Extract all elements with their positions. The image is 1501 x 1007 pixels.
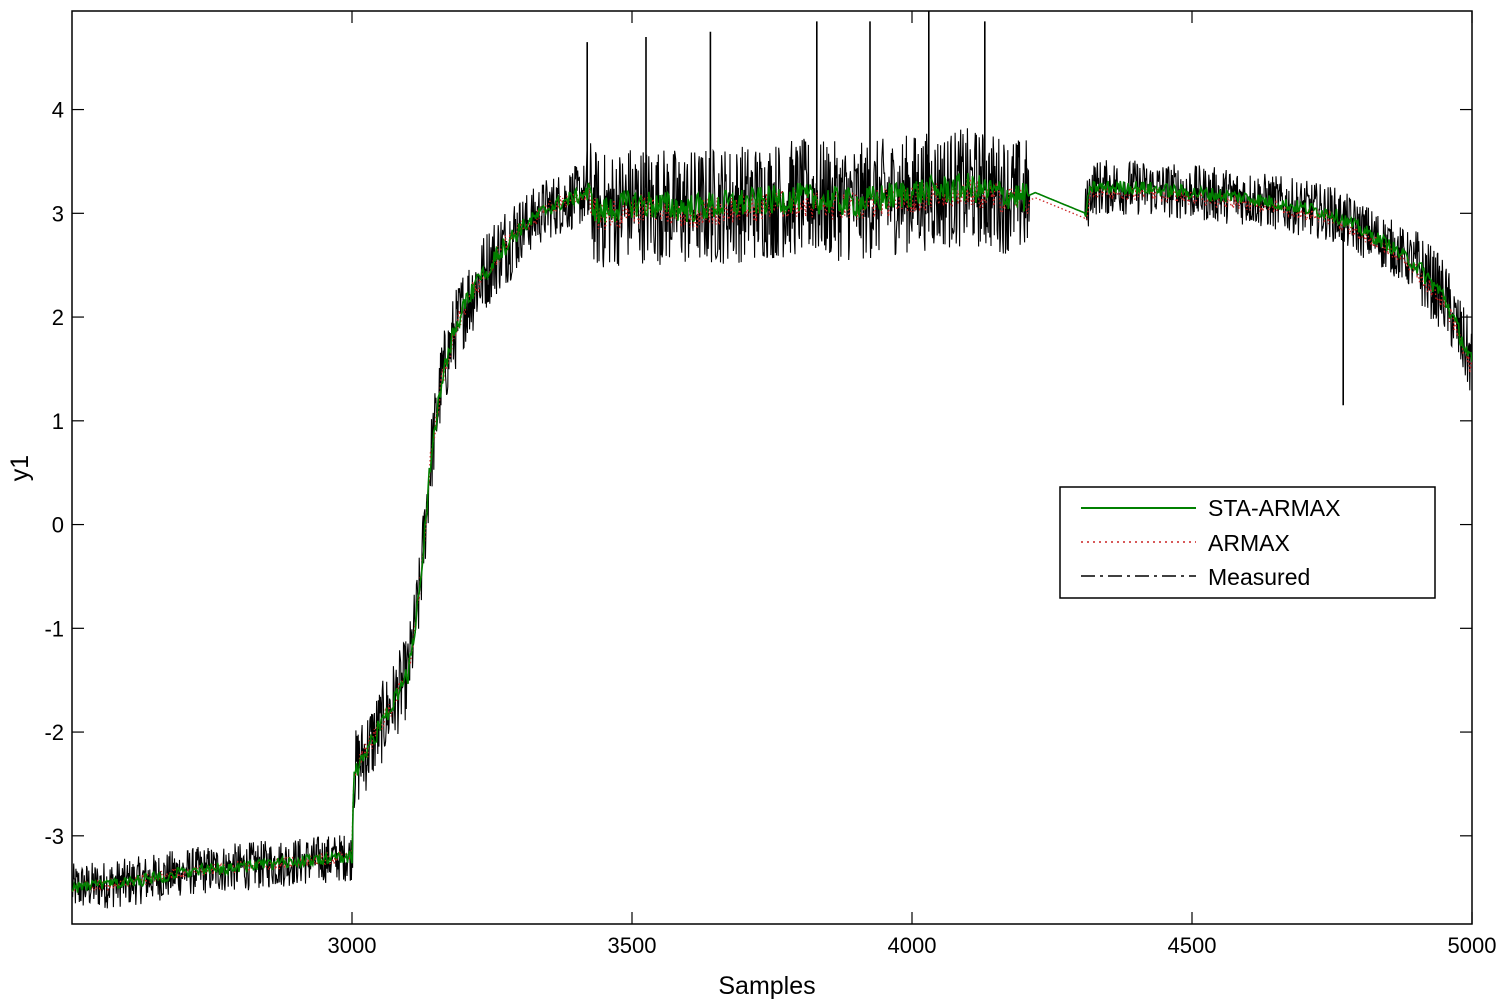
x-tick-label: 4500 (1168, 933, 1217, 958)
y-tick-label: -1 (44, 616, 64, 641)
x-tick-label: 5000 (1448, 933, 1497, 958)
plot-area (71, 10, 1473, 925)
x-axis-label: Samples (718, 972, 815, 1000)
y-tick-label: 2 (52, 305, 64, 330)
y-tick-label: 1 (52, 409, 64, 434)
y-tick-label: -2 (44, 720, 64, 745)
legend-label-measured: Measured (1208, 564, 1310, 590)
legend: STA-ARMAX ARMAX Measured (1059, 486, 1436, 599)
x-tick-label: 3500 (608, 933, 657, 958)
y-tick-label: 4 (52, 98, 64, 123)
y-axis-label: y1 (6, 455, 34, 481)
line-chart: 3000 3500 4000 4500 5000-3-2-101234 Samples … (6, 10, 1497, 1000)
x-tick-label: 3000 (328, 933, 377, 958)
y-tick-label: -3 (44, 824, 64, 849)
x-tick-label: 4000 (888, 933, 937, 958)
y-tick-label: 0 (52, 513, 64, 538)
legend-label-sta-armax: STA-ARMAX (1208, 495, 1340, 521)
legend-label-armax: ARMAX (1208, 530, 1290, 556)
y-tick-label: 3 (52, 201, 64, 226)
